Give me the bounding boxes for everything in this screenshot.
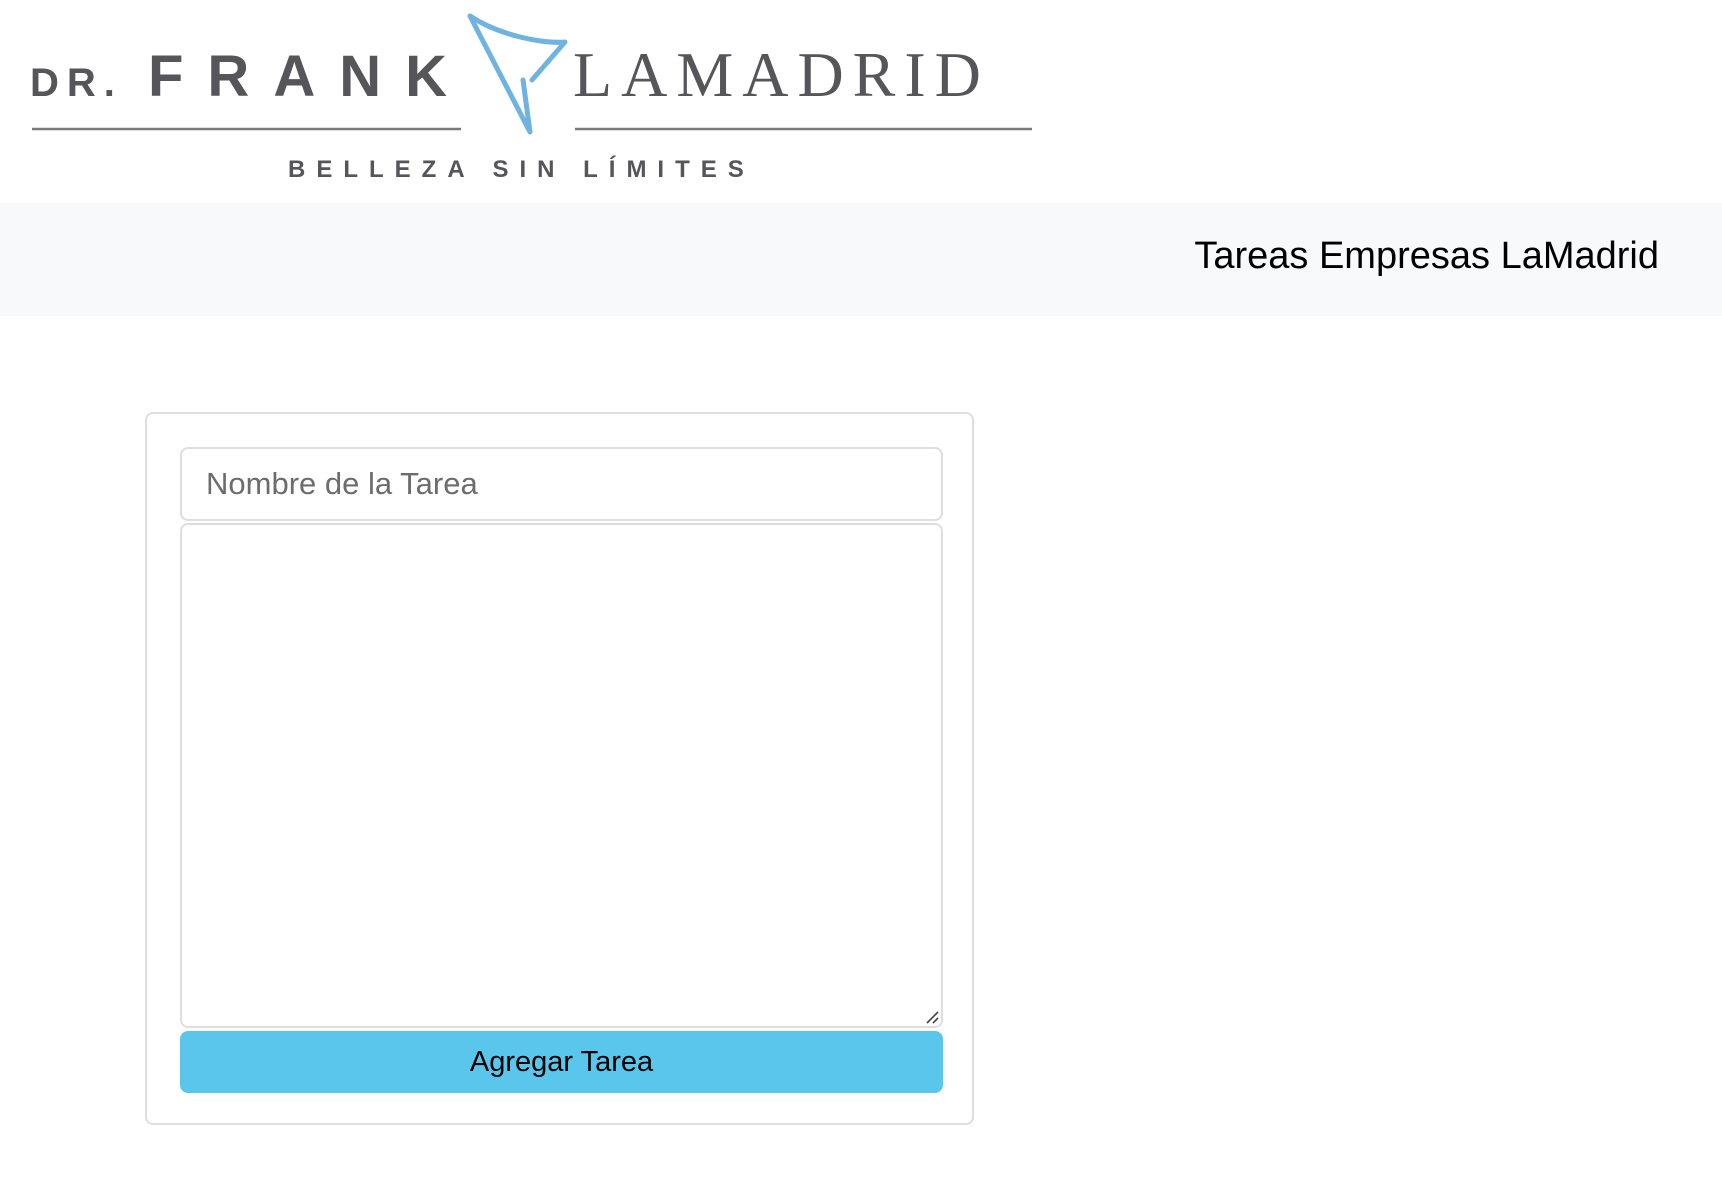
brand-logo: DR. FRANK LAMADRID BELLEZA SIN LÍMITES [30, 13, 1032, 183]
logo-prefix: DR. [30, 61, 123, 105]
logo-first-name: FRANK [148, 44, 471, 109]
logo-accent-mark [467, 13, 568, 135]
logo-tagline: BELLEZA SIN LÍMITES [288, 155, 755, 183]
task-description-textarea[interactable] [180, 523, 943, 1028]
logo-last-name: LAMADRID [573, 39, 990, 110]
task-name-input[interactable] [180, 447, 943, 521]
textarea-resize-handle-icon[interactable] [925, 1010, 939, 1024]
task-form-card: Agregar Tarea [145, 412, 974, 1125]
header-logo-area: DR. FRANK LAMADRID BELLEZA SIN LÍMITES [0, 0, 1722, 203]
navbar-title[interactable]: Tareas Empresas LaMadrid [1194, 237, 1659, 275]
navbar: Tareas Empresas LaMadrid [0, 203, 1722, 316]
add-task-button[interactable]: Agregar Tarea [180, 1031, 943, 1093]
